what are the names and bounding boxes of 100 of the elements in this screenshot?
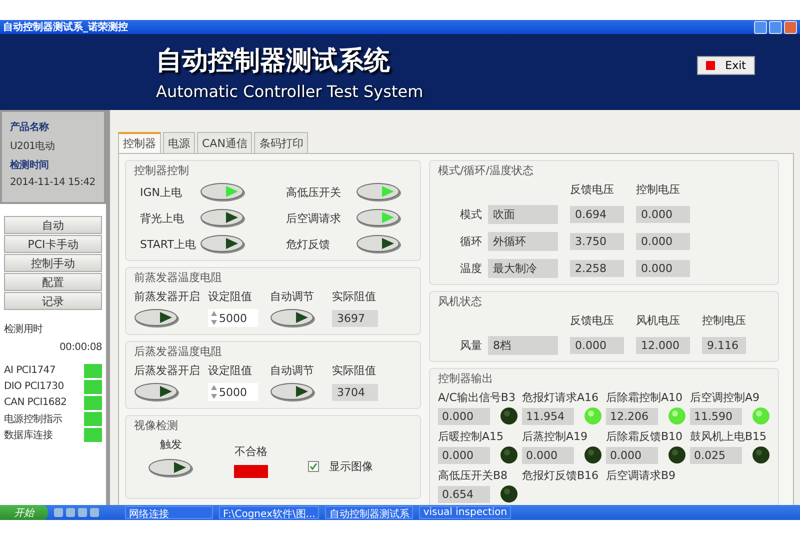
toggle-switch[interactable] xyxy=(270,382,316,402)
switch-label: IGN上电 xyxy=(140,184,183,200)
switch-label: 高低压开关 xyxy=(286,184,342,200)
numeric-input[interactable]: 5000 xyxy=(208,309,258,327)
readout: 2.258 xyxy=(570,260,624,277)
row-label: 循环 xyxy=(459,234,483,249)
readout: 11.954 xyxy=(522,408,574,424)
toggle-switch[interactable] xyxy=(200,182,246,202)
readout: 0.000 xyxy=(438,408,490,424)
toggle-switch[interactable] xyxy=(356,208,402,228)
toggle-switch[interactable] xyxy=(356,234,402,254)
readout: 0.025 xyxy=(690,446,742,464)
row-label: 风量 xyxy=(459,338,483,353)
readout: 外循环 xyxy=(488,232,558,251)
readout: 0.000 xyxy=(636,233,690,250)
output-label: 后蒸控制A19 xyxy=(522,429,589,444)
indicator-label: DIO PCI1730 xyxy=(4,381,64,392)
spinner-icon[interactable] xyxy=(211,385,217,399)
column-header: 反馈电压 xyxy=(570,313,615,328)
column-header: 控制电压 xyxy=(636,182,681,197)
toggle-switch[interactable] xyxy=(134,382,180,402)
output-label: 后空调控制A9 xyxy=(690,390,761,405)
numeric-input[interactable]: 5000 xyxy=(208,383,258,401)
row-label: 模式 xyxy=(459,207,483,222)
readout: 3.750 xyxy=(570,233,624,250)
output-label: 危报灯反馈B16 xyxy=(522,468,600,483)
toggle-switch[interactable] xyxy=(270,308,316,328)
group-title: 风机状态 xyxy=(438,294,483,309)
field-label: 前蒸发器开启 xyxy=(134,289,201,304)
tab[interactable]: 控制器 xyxy=(118,132,161,153)
tab[interactable]: CAN通信 xyxy=(197,132,252,153)
taskbar-item[interactable]: 网络连接 xyxy=(125,506,213,519)
output-label: A/C输出信号B3 xyxy=(438,390,516,405)
group-title: 控制器控制 xyxy=(134,163,190,178)
field-label: 自动调节 xyxy=(270,289,315,304)
test-time: 2014-11-14 15:42 xyxy=(10,177,96,188)
switch-label: 危灯反馈 xyxy=(286,236,331,252)
tab[interactable]: 电源 xyxy=(163,132,195,153)
toggle-switch[interactable] xyxy=(356,182,402,202)
output-label: 后除霜反馈B10 xyxy=(606,429,684,444)
mode-button[interactable]: 自动 xyxy=(4,216,102,234)
readout: 12.206 xyxy=(606,408,658,424)
elapsed-label: 检测用时 xyxy=(4,322,44,336)
taskbar-item[interactable]: 自动控制器测试系 xyxy=(325,506,414,519)
column-header: 控制电压 xyxy=(702,313,747,328)
stop-icon xyxy=(706,61,716,70)
switch-label: 背光上电 xyxy=(140,210,185,226)
field-label: 实际阻值 xyxy=(332,363,377,378)
readout: 0.000 xyxy=(570,337,624,354)
taskbar-item[interactable]: F:\Cognex软件\图... xyxy=(219,506,320,519)
window-title: 自动控制器测试系_诺荣测控 xyxy=(3,20,128,34)
readout: 最大制冷 xyxy=(488,259,558,278)
column-header: 风机电压 xyxy=(636,313,681,328)
readout: 0.694 xyxy=(570,206,624,223)
toggle-switch[interactable] xyxy=(134,308,180,328)
readout: 0.000 xyxy=(606,446,658,464)
exit-button[interactable]: Exit xyxy=(697,56,755,75)
taskbar-item[interactable]: visual inspection xyxy=(419,506,512,519)
result-label: 不合格 xyxy=(234,444,268,459)
toggle-switch[interactable] xyxy=(200,208,246,228)
readout: 3697 xyxy=(332,310,378,326)
checkbox[interactable] xyxy=(308,461,319,472)
tab[interactable]: 条码打印 xyxy=(254,132,308,153)
group-title: 模式/循环/温度状态 xyxy=(438,163,534,178)
readout: 9.116 xyxy=(702,337,746,354)
output-label: 后除霜控制A10 xyxy=(606,390,684,405)
mode-button[interactable]: PCI卡手动 xyxy=(4,235,102,253)
toggle-switch[interactable] xyxy=(148,458,194,478)
elapsed-time: 00:00:08 xyxy=(58,342,102,353)
mode-button[interactable]: 配置 xyxy=(4,273,102,291)
field-label: 自动调节 xyxy=(270,363,315,378)
switch-label: START上电 xyxy=(140,236,197,252)
readout: 吹面 xyxy=(488,205,558,224)
indicator-label: CAN PCI1682 xyxy=(4,397,67,408)
output-label: 鼓风机上电B15 xyxy=(690,429,768,444)
maximize-button[interactable] xyxy=(769,20,782,34)
output-label: 后暖控制A15 xyxy=(438,429,505,444)
field-label: 触发 xyxy=(160,437,182,452)
readout: 8档 xyxy=(488,336,558,355)
output-label: 后空调请求B9 xyxy=(606,468,677,483)
readout: 0.000 xyxy=(636,260,690,277)
switch-label: 后空调请求 xyxy=(286,210,342,226)
output-label: 高低压开关B8 xyxy=(438,468,509,483)
indicator-label: AI PCI1747 xyxy=(4,365,56,376)
close-button[interactable] xyxy=(784,20,797,34)
readout: 12.000 xyxy=(636,337,690,354)
mode-button[interactable]: 控制手动 xyxy=(4,254,102,272)
checkbox-label: 显示图像 xyxy=(329,459,373,474)
readout: 0.654 xyxy=(438,486,490,502)
group-title: 前蒸发器温度电阻 xyxy=(134,270,223,285)
mode-button[interactable]: 记录 xyxy=(4,292,102,310)
toggle-switch[interactable] xyxy=(200,234,246,254)
field-label: 设定阻值 xyxy=(208,363,253,378)
minimize-button[interactable] xyxy=(754,20,767,34)
group-title: 视像检测 xyxy=(134,418,179,433)
column-header: 反馈电压 xyxy=(570,182,615,197)
field-label: 设定阻值 xyxy=(208,289,253,304)
spinner-icon[interactable] xyxy=(211,311,217,325)
row-label: 温度 xyxy=(459,261,483,276)
readout: 3704 xyxy=(332,384,378,400)
